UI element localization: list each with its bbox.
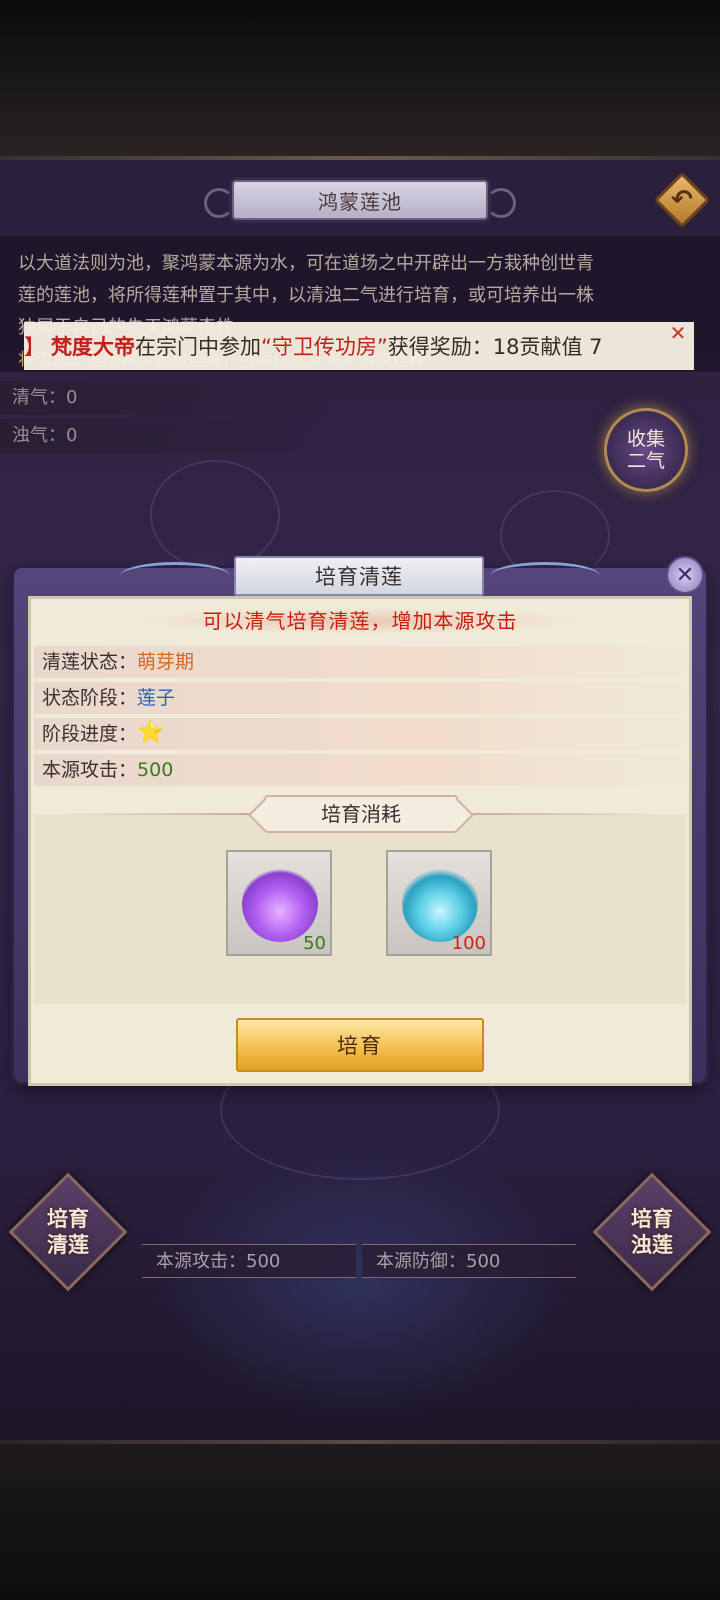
cost-item-count: 100 (451, 933, 486, 954)
cultivate-turbid-lotus-button[interactable]: 培育 浊莲 (592, 1172, 712, 1292)
dialog-title-text: 培育清莲 (315, 565, 403, 589)
origin-defense-stat: 本源防御：500 (362, 1244, 576, 1278)
lotus-button-line: 浊莲 (631, 1233, 673, 1257)
star-icon: ⭐ (137, 720, 165, 745)
lotus-button-line: 清莲 (47, 1233, 89, 1257)
collect-qi-button[interactable]: 收集 二气 (604, 408, 688, 492)
bottom-area (0, 1440, 720, 1600)
origin-attack-stat: 本源攻击：500 (142, 1244, 356, 1278)
lotus-button-label: 培育 清莲 (47, 1206, 89, 1258)
marquee-reward-text: 获得奖励：18贡献值 7 (387, 335, 603, 359)
cultivate-button-label: 培育 (337, 1034, 383, 1058)
dialog-banner: 可以清气培育清莲，增加本源攻击 (30, 604, 690, 638)
back-button[interactable]: ↶ (653, 171, 711, 229)
top-status-area (0, 0, 720, 160)
info-row-attack: 本源攻击： 500 (34, 754, 686, 786)
info-label: 本源攻击： (42, 759, 138, 781)
dialog-title: 培育清莲 (234, 556, 484, 596)
page-title: 鸿蒙莲池 (204, 180, 516, 220)
marquee-text: 在宗门中参加 (135, 335, 261, 359)
clear-qi-count: 清气：0 (0, 381, 330, 415)
info-label: 清莲状态： (42, 651, 138, 673)
info-value: 萌芽期 (137, 651, 195, 673)
cost-panel (34, 814, 686, 1004)
cultivate-button[interactable]: 培育 (236, 1018, 484, 1072)
purple-qi-essence-icon (242, 866, 318, 942)
swirl-decoration (150, 460, 280, 570)
cultivate-clear-lotus-button[interactable]: 培育 清莲 (8, 1172, 128, 1292)
info-value: 500 (137, 759, 174, 781)
divider (460, 813, 660, 815)
title-ornament (120, 562, 230, 590)
turbid-qi-count: 浊气：0 (0, 419, 330, 453)
back-arrow-icon: ↶ (671, 185, 693, 215)
close-icon[interactable]: ✕ (666, 556, 704, 594)
cost-section-title: 培育消耗 (264, 795, 458, 833)
lotus-button-line: 培育 (47, 1207, 89, 1231)
lotus-button-label: 培育 浊莲 (631, 1206, 673, 1258)
marquee-event-name: “守卫传功房” (261, 335, 388, 359)
title-ornament (490, 562, 600, 590)
description-line: 莲的莲池，将所得莲种置于其中，以清浊二气进行培育，或可培养出一株 (18, 285, 594, 306)
cost-item-slot[interactable]: 50 (226, 850, 332, 956)
collect-qi-label: 二气 (626, 450, 665, 472)
broadcast-marquee: 】 梵度大帝 在宗门中参加 “守卫传功房” 获得奖励：18贡献值 7 (24, 322, 694, 370)
cost-item-slot[interactable]: 100 (386, 850, 492, 956)
marquee-player-name: 梵度大帝 (51, 335, 135, 359)
description-line: 以大道法则为池，聚鸿蒙本源为水，可在道场之中开辟出一方栽种创世青 (18, 253, 594, 274)
info-label: 状态阶段： (42, 687, 138, 709)
lotus-button-line: 培育 (631, 1207, 673, 1231)
cost-title-text: 培育消耗 (321, 802, 401, 826)
teal-lotus-icon (402, 866, 478, 942)
divider (60, 813, 260, 815)
page-title-text: 鸿蒙莲池 (318, 189, 402, 214)
info-value: 莲子 (137, 687, 176, 709)
info-label: 阶段进度： (42, 723, 138, 745)
cost-item-count: 50 (303, 933, 326, 954)
info-row-progress: 阶段进度： ⭐ (34, 718, 686, 750)
marquee-close-icon[interactable]: ✕ (666, 322, 690, 344)
marquee-bracket: 】 (24, 335, 45, 359)
collect-qi-label: 收集 (626, 428, 665, 450)
info-row-stage: 状态阶段： 莲子 (34, 682, 686, 714)
info-row-status: 清莲状态： 萌芽期 (34, 646, 686, 678)
